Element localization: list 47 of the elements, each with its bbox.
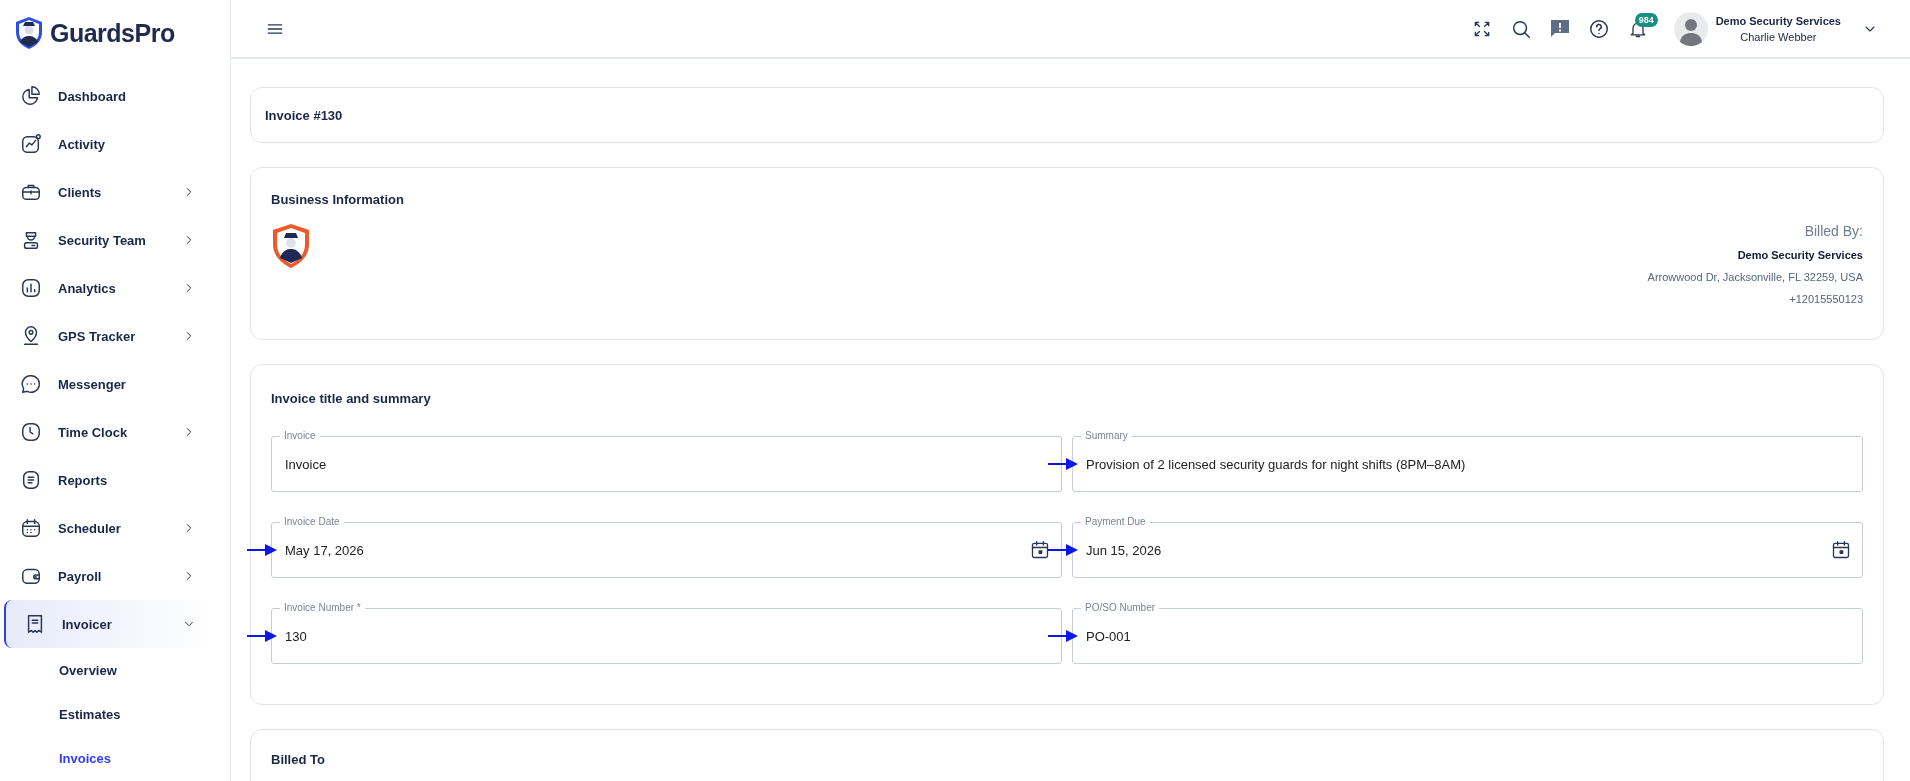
notification-badge: 984 <box>1634 12 1658 27</box>
business-address: Arrowwood Dr, Jacksonville, FL 32259, USA <box>1647 271 1863 283</box>
sidebar-subitem[interactable]: Invoices <box>0 736 230 780</box>
field-label: Invoice Date <box>280 516 344 528</box>
field-label: Invoice <box>280 430 320 442</box>
sidebar-item[interactable]: Reports <box>0 456 216 504</box>
calendar-icon <box>1030 540 1050 560</box>
field-label: Payment Due <box>1081 516 1150 528</box>
sidebar-item[interactable]: Dashboard <box>0 72 216 120</box>
sidebar-item[interactable]: Scheduler <box>0 504 216 552</box>
user-name: Charlie Webber <box>1740 30 1817 43</box>
brand-name: GuardsPro <box>50 18 175 48</box>
sidebar-item[interactable]: Time Clock <box>0 408 216 456</box>
company-name: Demo Security Services <box>1715 14 1841 27</box>
billed-by-company: Demo Security Services <box>1737 249 1863 261</box>
clock-icon <box>20 421 42 443</box>
shield-logo-icon <box>14 16 44 50</box>
sidebar-item[interactable]: Security Team <box>0 216 216 264</box>
pie-chart-icon <box>20 85 42 107</box>
section-heading: Billed To <box>271 752 326 767</box>
section-heading: Invoice title and summary <box>271 391 432 406</box>
sidebar-item[interactable]: Analytics <box>0 264 216 312</box>
sidebar-item[interactable]: Messenger <box>0 360 216 408</box>
invoice-title: Invoice #130 <box>250 87 1884 143</box>
section-heading: Business Information <box>271 192 405 207</box>
field-label: Summary <box>1081 430 1132 442</box>
field-label: PO/SO Number <box>1081 602 1160 614</box>
feedback-icon <box>1549 18 1570 39</box>
bar-chart-icon <box>20 277 42 299</box>
calendar-icon <box>1831 540 1851 560</box>
notifications-button[interactable]: 984 <box>1619 10 1656 47</box>
sidebar-item[interactable]: Activity <box>0 120 216 168</box>
chat-bubble-icon <box>20 373 42 395</box>
avatar-silhouette <box>1673 11 1708 46</box>
sidebar-item[interactable]: GPS Tracker <box>0 312 216 360</box>
business-phone: +12015550123 <box>1789 293 1863 305</box>
sidebar-subitem[interactable]: Overview <box>0 648 230 692</box>
sidebar-item[interactable]: Clients <box>0 168 216 216</box>
calendar-icon <box>20 517 42 539</box>
activity-chart-icon <box>20 133 42 155</box>
sidebar-item[interactable]: Payroll <box>0 552 216 600</box>
sidebar-subitem[interactable]: Estimates <box>0 692 230 736</box>
billed-by-label: Billed By: <box>1804 223 1863 239</box>
document-icon <box>20 469 42 491</box>
help-icon <box>1587 17 1610 40</box>
field-label: Invoice Number * <box>280 602 365 614</box>
business-logo-icon <box>271 223 311 269</box>
